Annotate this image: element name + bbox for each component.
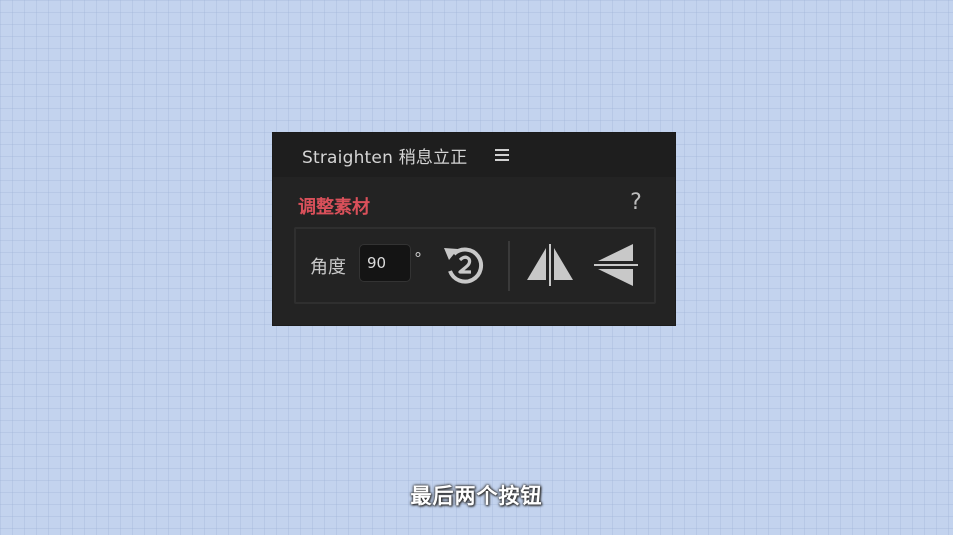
- flip-horizontal-button[interactable]: [525, 242, 575, 288]
- panel-header: Straighten 稍息立正: [273, 133, 675, 177]
- flip-vertical-icon: [594, 244, 638, 286]
- section-title: 调整素材: [298, 197, 370, 218]
- video-subtitle: 最后两个按钮: [410, 484, 543, 508]
- straighten-panel: Straighten 稍息立正 调整素材 ? 角度 °: [273, 133, 675, 325]
- flip-vertical-button[interactable]: [592, 242, 640, 288]
- help-icon[interactable]: ?: [628, 191, 644, 215]
- rotate-counterclockwise-icon: [444, 247, 484, 284]
- degree-symbol: °: [414, 249, 422, 268]
- panel-title: Straighten 稍息立正: [302, 148, 468, 168]
- angle-label: 角度: [310, 257, 346, 278]
- flip-horizontal-icon: [527, 244, 573, 286]
- hamburger-menu-icon[interactable]: [495, 148, 509, 162]
- divider: [508, 241, 510, 291]
- rotate-button[interactable]: [442, 242, 488, 288]
- angle-input[interactable]: [359, 244, 411, 282]
- controls-group: 角度 °: [294, 227, 656, 304]
